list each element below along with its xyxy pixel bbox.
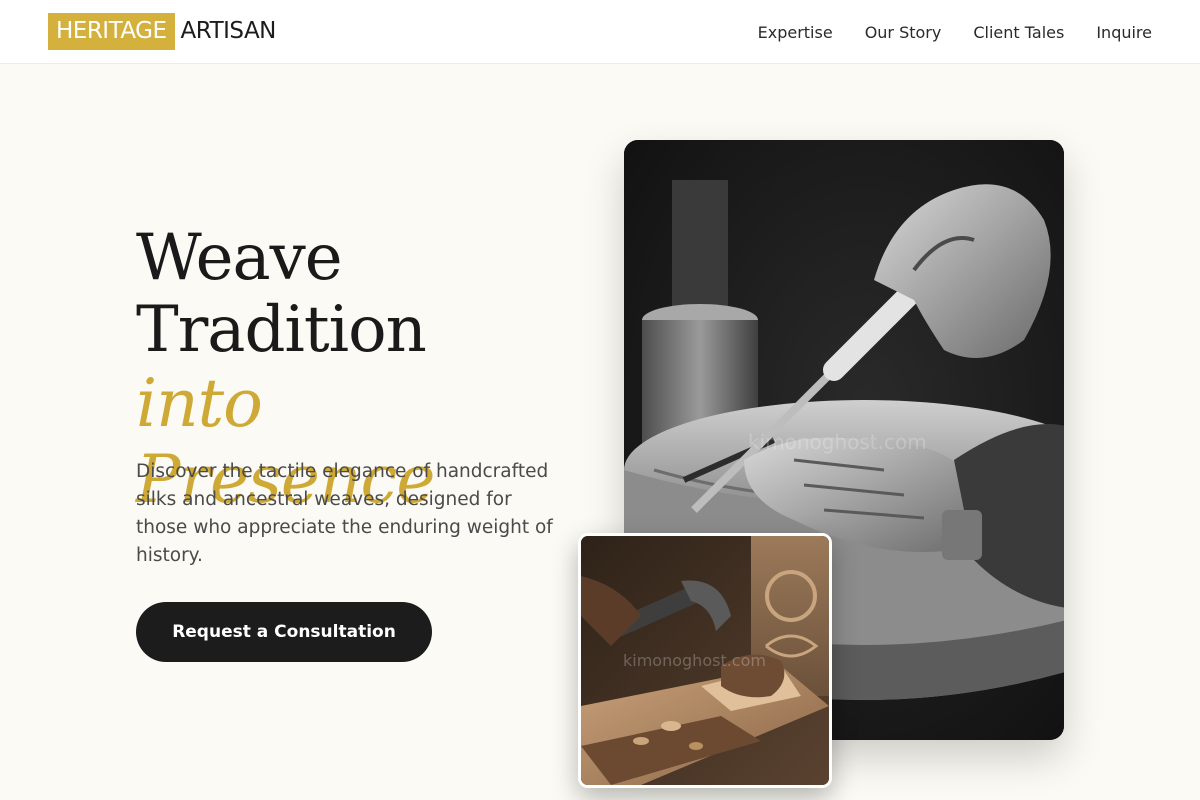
hero-secondary-image: kimonoghost.com bbox=[578, 533, 832, 788]
nav-inquire[interactable]: Inquire bbox=[1096, 23, 1152, 42]
nav-expertise[interactable]: Expertise bbox=[758, 23, 833, 42]
hero-title-line-1: Weave bbox=[136, 221, 343, 295]
hero-title-line-2: Tradition bbox=[136, 293, 427, 367]
site-header: HERITAGE ARTISAN Expertise Our Story Cli… bbox=[0, 0, 1200, 64]
request-consultation-button[interactable]: Request a Consultation bbox=[136, 602, 432, 662]
main-image-watermark: kimonoghost.com bbox=[748, 430, 927, 454]
nav-client-tales[interactable]: Client Tales bbox=[973, 23, 1064, 42]
logo-wordmark: ARTISAN bbox=[180, 18, 277, 44]
nav-our-story[interactable]: Our Story bbox=[865, 23, 942, 42]
main-nav: Expertise Our Story Client Tales Inquire bbox=[758, 0, 1152, 64]
hero-description: Discover the tactile elegance of handcra… bbox=[136, 461, 553, 566]
logo-mark: HERITAGE bbox=[48, 13, 175, 50]
brand-logo[interactable]: HERITAGE ARTISAN bbox=[48, 13, 276, 50]
small-image-watermark: kimonoghost.com bbox=[623, 651, 766, 670]
